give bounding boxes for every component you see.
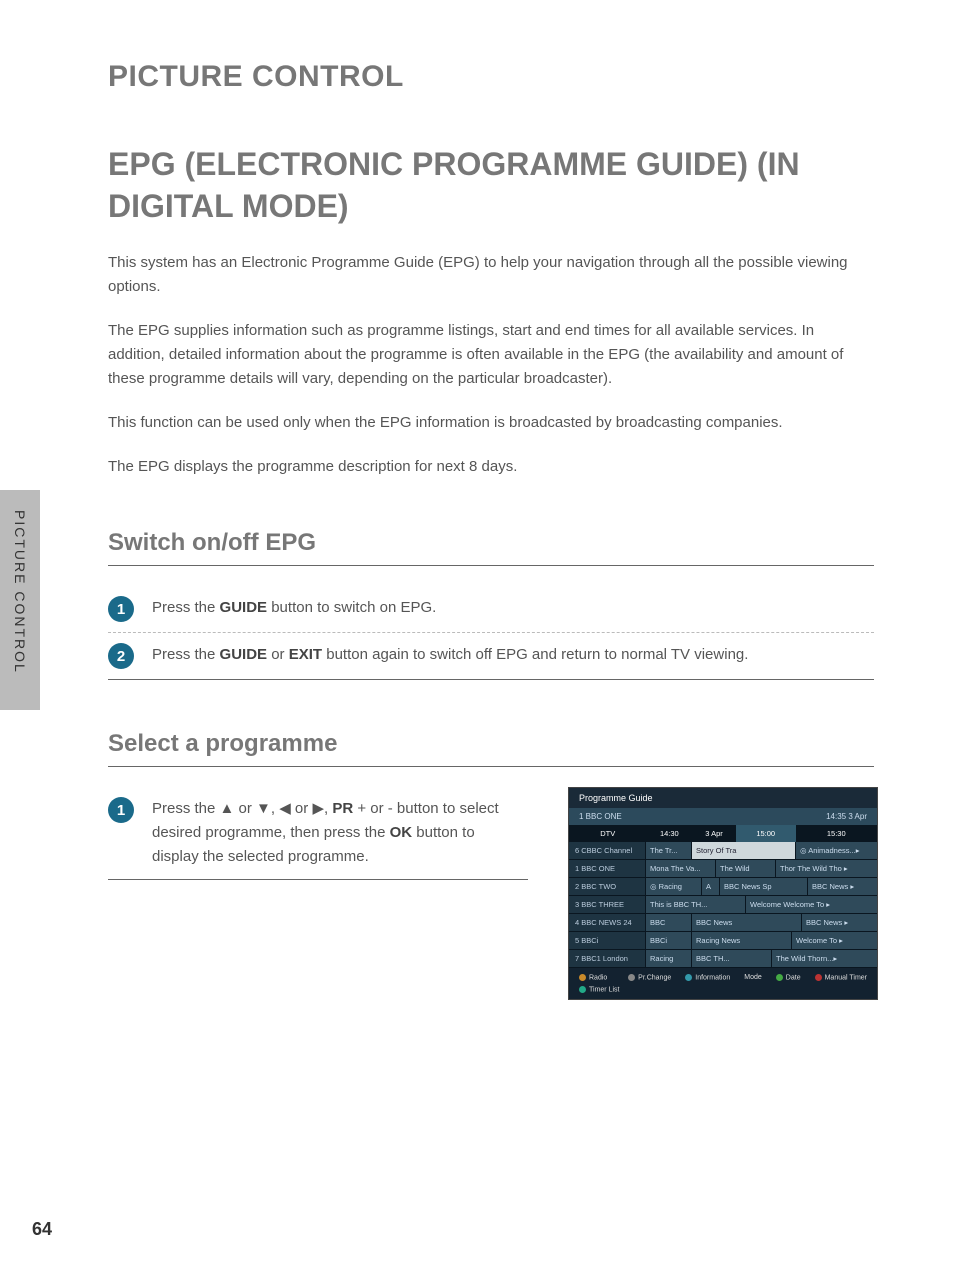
epg-programme-cell: ◎ Animadness...▸ (795, 842, 877, 859)
arrows-icon: ▲ or ▼, ◀ or ▶ (220, 800, 324, 817)
epg-head-time2: 15:00 (736, 825, 796, 842)
epg-grid-body: 6 CBBC ChannelThe Tr...Story Of Tra◎ Ani… (569, 842, 877, 968)
step-number-badge: 1 (108, 797, 134, 823)
dot-icon (815, 974, 822, 981)
epg-current-channel: 1 BBC ONE (579, 812, 622, 821)
step-text: Press the GUIDE button to switch on EPG. (152, 596, 436, 620)
epg-programme-cell: Welcome To ▸ (791, 932, 877, 949)
epg-window-title: Programme Guide (569, 788, 877, 808)
epg-row: 4 BBC NEWS 24BBCBBC NewsBBC News ▸ (569, 914, 877, 932)
dot-icon (579, 974, 586, 981)
epg-status-bar: 1 BBC ONE 14:35 3 Apr (569, 808, 877, 825)
dot-icon (776, 974, 783, 981)
epg-head-time1: 14:30 (647, 825, 693, 842)
step-text: Press the GUIDE or EXIT button again to … (152, 643, 748, 667)
dot-icon (628, 974, 635, 981)
epg-programme-cell: A (701, 878, 719, 895)
step-row: 1 Press the ▲ or ▼, ◀ or ▶, PR + or - bu… (108, 787, 528, 880)
epg-channel-label: 3 BBC THREE (569, 896, 645, 913)
step-number-badge: 1 (108, 596, 134, 622)
epg-programme-cell: Thor The Wild Tho ▸ (775, 860, 877, 877)
page-number: 64 (32, 1219, 52, 1240)
dot-icon (685, 974, 692, 981)
epg-programme-cell: BBC News Sp (719, 878, 807, 895)
epg-row: 6 CBBC ChannelThe Tr...Story Of Tra◎ Ani… (569, 842, 877, 860)
manual-page: PICTURE CONTROL PICTURE CONTROL EPG (ELE… (0, 0, 954, 1272)
epg-programme-cell: ◎ Racing (645, 878, 701, 895)
epg-programme-cell: Story Of Tra (691, 842, 795, 859)
epg-head-time3: 15:30 (796, 825, 877, 842)
intro-para-1: This system has an Electronic Programme … (108, 251, 874, 299)
epg-programme-cell: The Wild (715, 860, 775, 877)
epg-programme-cell: Racing News (691, 932, 791, 949)
epg-programme-cell: BBCi (645, 932, 691, 949)
epg-channel-label: 2 BBC TWO (569, 878, 645, 895)
switch-steps: 1 Press the GUIDE button to switch on EP… (108, 586, 874, 680)
epg-row: 5 BBCiBBCiRacing NewsWelcome To ▸ (569, 932, 877, 950)
epg-grid-header: DTV 14:30 3 Apr 15:00 15:30 (569, 825, 877, 842)
epg-row: 2 BBC TWO◎ RacingABBC News SpBBC News ▸ (569, 878, 877, 896)
epg-channel-label: 4 BBC NEWS 24 (569, 914, 645, 931)
dot-icon (579, 986, 586, 993)
intro-para-3: This function can be used only when the … (108, 411, 874, 435)
epg-footer-legend: Radio Pr.Change Information Mode Date Ma… (569, 968, 877, 999)
select-section: 1 Press the ▲ or ▼, ◀ or ▶, PR + or - bu… (108, 787, 874, 1000)
epg-programme-cell: The Wild Thorn...▸ (771, 950, 877, 967)
epg-programme-cell: Welcome Welcome To ▸ (745, 896, 877, 913)
step-text: Press the ▲ or ▼, ◀ or ▶, PR + or - butt… (152, 797, 512, 869)
epg-channel-label: 1 BBC ONE (569, 860, 645, 877)
epg-channel-label: 5 BBCi (569, 932, 645, 949)
epg-row: 7 BBC1 LondonRacingBBC TH...The Wild Tho… (569, 950, 877, 968)
epg-row: 3 BBC THREEThis is BBC TH...Welcome Welc… (569, 896, 877, 914)
epg-clock: 14:35 3 Apr (826, 812, 867, 821)
rule (108, 565, 874, 566)
epg-row: 1 BBC ONEMona The Va...The WildThor The … (569, 860, 877, 878)
epg-channel-label: 6 CBBC Channel (569, 842, 645, 859)
epg-head-dtv: DTV (569, 825, 647, 842)
epg-programme-cell: Racing (645, 950, 691, 967)
epg-programme-cell: Mona The Va... (645, 860, 715, 877)
epg-screenshot: Programme Guide 1 BBC ONE 14:35 3 Apr DT… (568, 787, 878, 1000)
epg-programme-cell: This is BBC TH... (645, 896, 745, 913)
side-tab: PICTURE CONTROL (0, 490, 40, 710)
rule (108, 766, 874, 767)
intro-para-4: The EPG displays the programme descripti… (108, 455, 874, 479)
epg-programme-cell: BBC News ▸ (801, 914, 877, 931)
step-row: 2 Press the GUIDE or EXIT button again t… (108, 633, 874, 680)
epg-programme-cell: BBC News ▸ (807, 878, 877, 895)
step-number-badge: 2 (108, 643, 134, 669)
section-header: PICTURE CONTROL (108, 60, 874, 94)
epg-head-date: 3 Apr (692, 825, 736, 842)
epg-programme-cell: BBC News (691, 914, 801, 931)
epg-programme-cell: BBC TH... (691, 950, 771, 967)
switch-heading: Switch on/off EPG (108, 529, 874, 557)
step-row: 1 Press the GUIDE button to switch on EP… (108, 586, 874, 633)
epg-programme-cell: BBC (645, 914, 691, 931)
page-title: EPG (ELECTRONIC PROGRAMME GUIDE) (IN DIG… (108, 144, 874, 227)
side-tab-label: PICTURE CONTROL (12, 510, 28, 674)
intro-para-2: The EPG supplies information such as pro… (108, 319, 874, 391)
epg-channel-label: 7 BBC1 London (569, 950, 645, 967)
epg-programme-cell: The Tr... (645, 842, 691, 859)
select-heading: Select a programme (108, 730, 874, 758)
